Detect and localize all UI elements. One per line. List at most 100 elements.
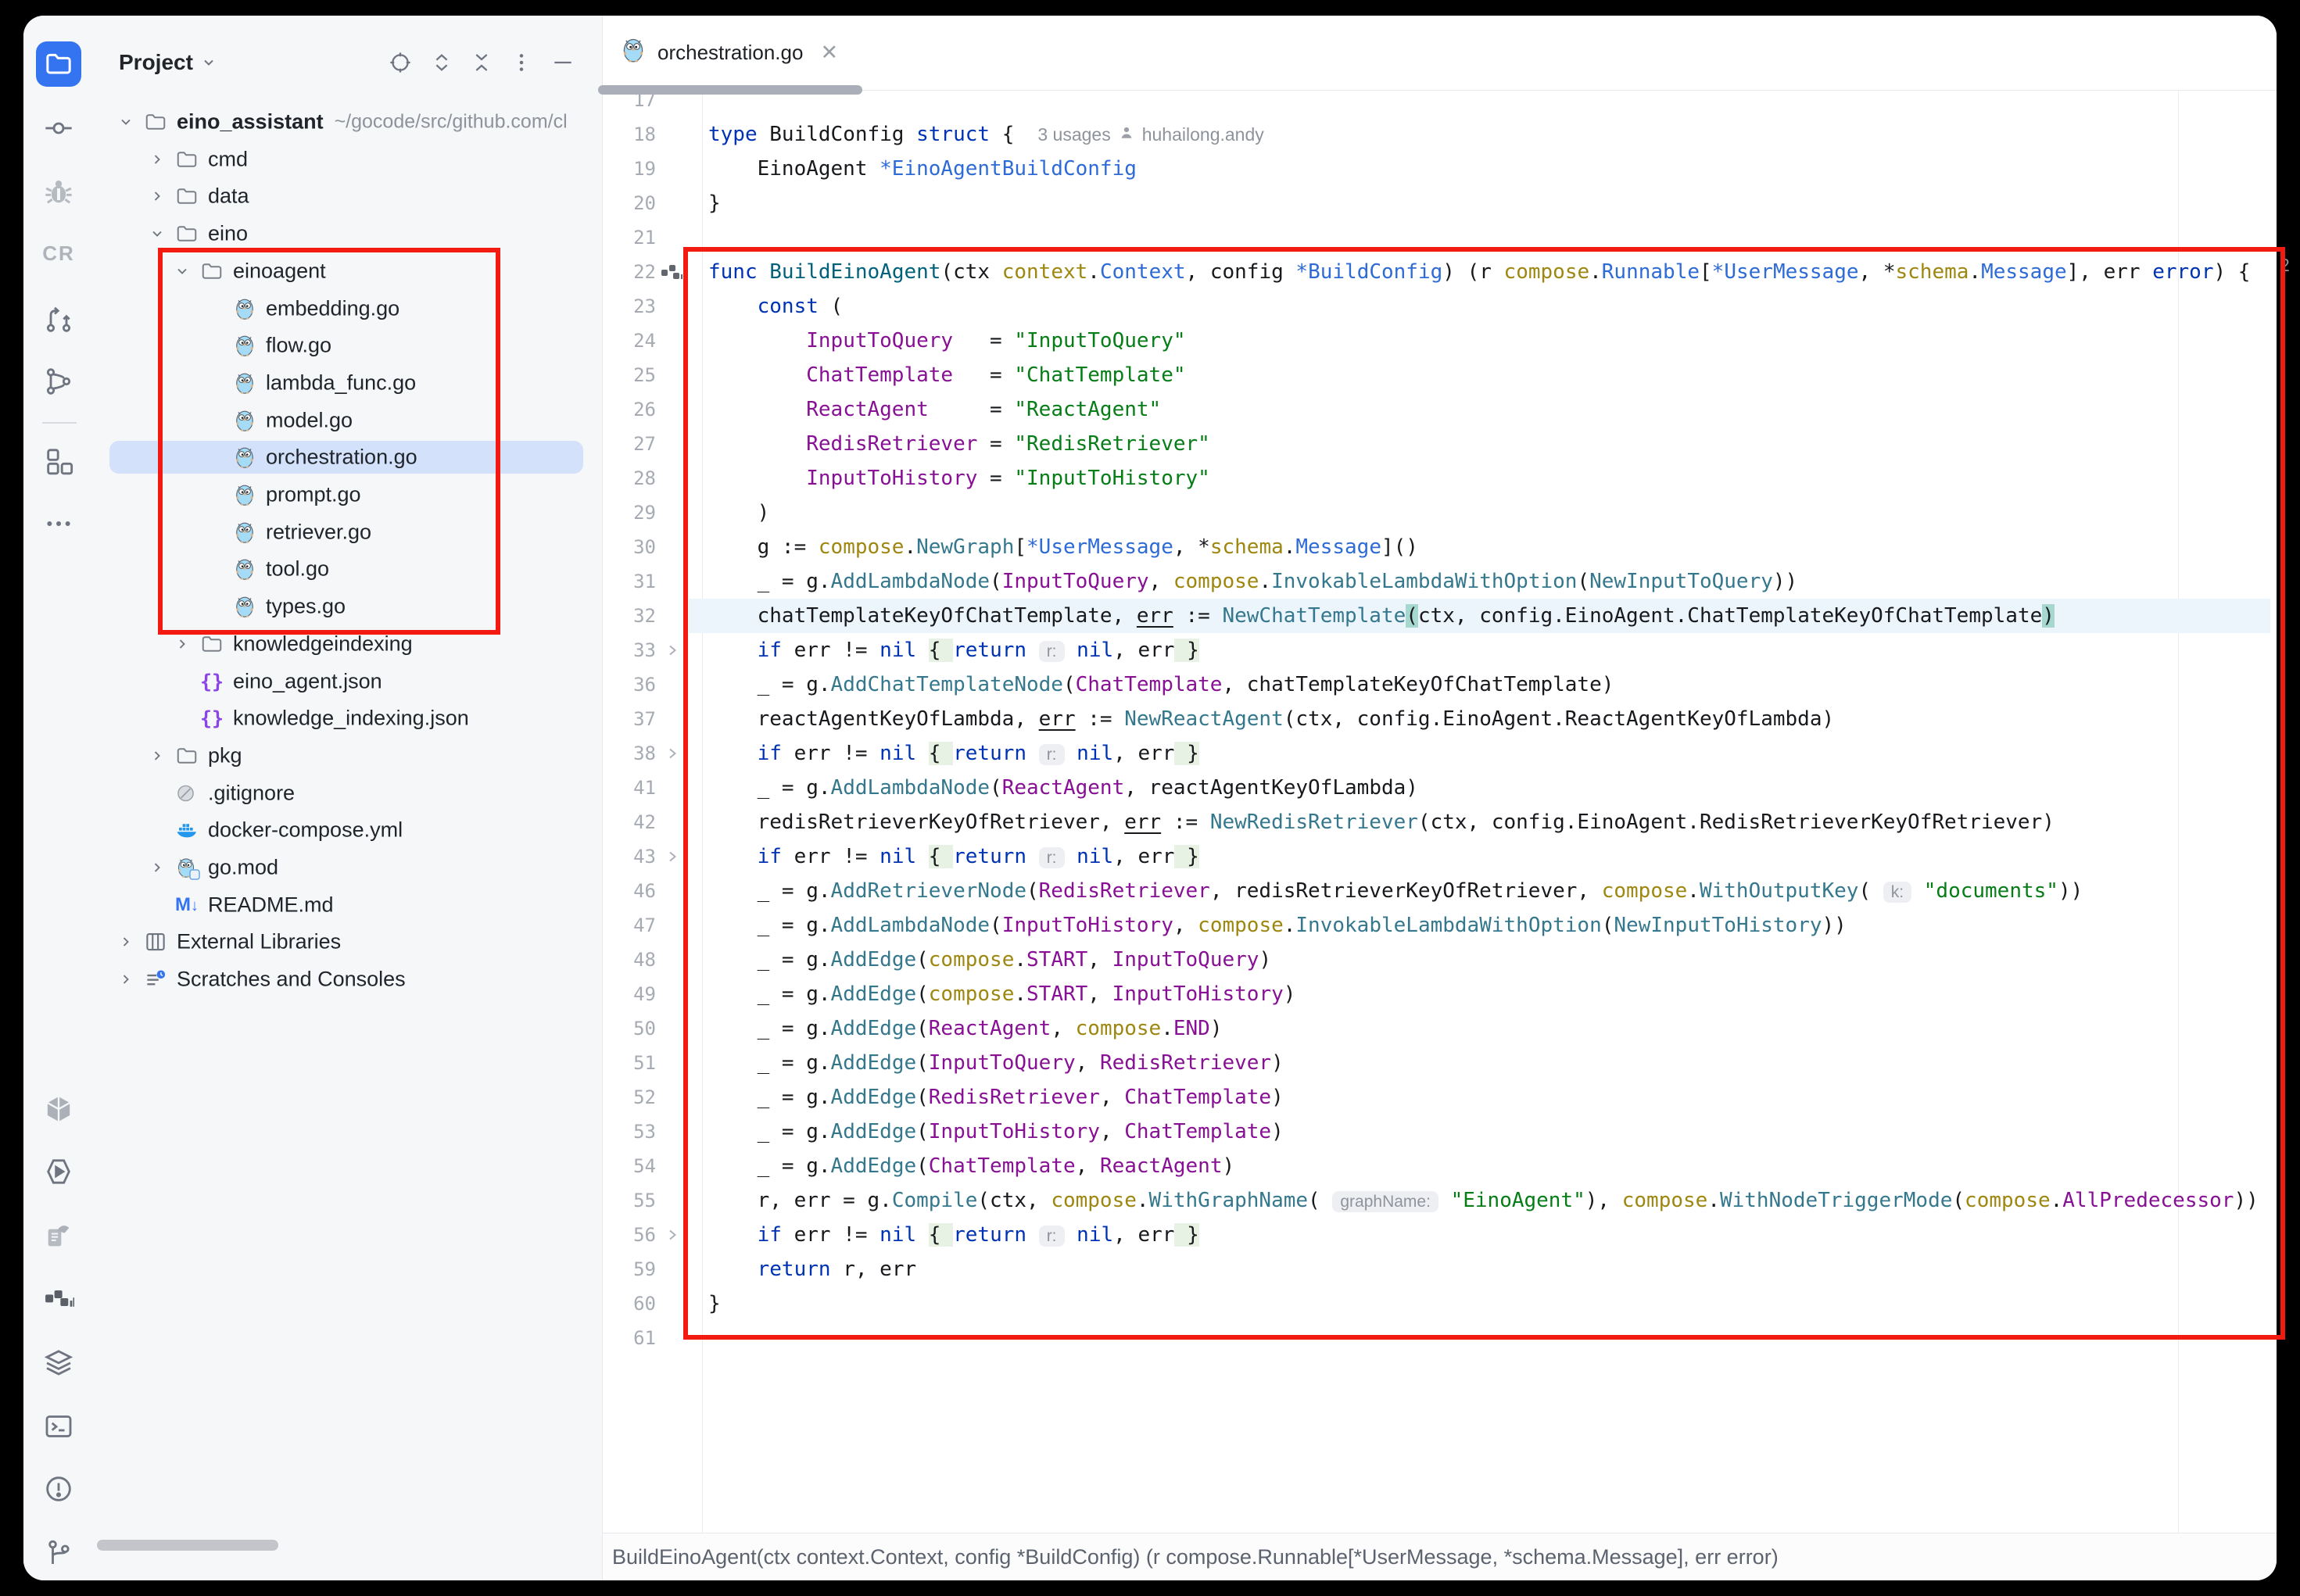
tree-item-prompt-go[interactable]: prompt.go bbox=[94, 476, 602, 514]
code-line-43[interactable]: 43 if err != nil { return r: nil, err } bbox=[603, 839, 2277, 874]
problems-icon[interactable] bbox=[36, 1466, 81, 1512]
profiler-icon[interactable] bbox=[36, 1276, 81, 1321]
structure-icon[interactable] bbox=[36, 438, 81, 484]
code-review-icon[interactable]: CR bbox=[36, 231, 81, 276]
chevron-down-icon[interactable] bbox=[174, 263, 191, 280]
tree-item--gitignore[interactable]: .gitignore bbox=[94, 775, 602, 812]
code-line-41[interactable]: 41 _ = g.AddLambdaNode(ReactAgent, react… bbox=[603, 771, 2277, 805]
code-line-33[interactable]: 33 if err != nil { return r: nil, err } bbox=[603, 633, 2277, 667]
code-line-19[interactable]: 19 EinoAgent *EinoAgentBuildConfig bbox=[603, 152, 2277, 186]
terminal-icon[interactable] bbox=[36, 1404, 81, 1449]
tree-item-docker-compose-yml[interactable]: docker-compose.yml bbox=[94, 811, 602, 849]
code-line-46[interactable]: 46 _ = g.AddRetrieverNode(RedisRetriever… bbox=[603, 874, 2277, 908]
code-line-24[interactable]: 24 InputToQuery = "InputToQuery" bbox=[603, 324, 2277, 358]
project-panel-horizontal-scrollbar[interactable] bbox=[97, 1540, 278, 1551]
tree-item-external-libraries[interactable]: External Libraries bbox=[94, 923, 602, 961]
code-line-23[interactable]: 23 const ( bbox=[603, 289, 2277, 324]
expand-all-icon[interactable] bbox=[425, 45, 459, 80]
tree-item-cmd[interactable]: cmd bbox=[94, 141, 602, 178]
hide-icon[interactable] bbox=[546, 45, 580, 80]
tree-item-orchestration-go[interactable]: orchestration.go bbox=[94, 438, 602, 476]
tree-item-pkg[interactable]: pkg bbox=[94, 737, 602, 775]
chevron-right-icon[interactable] bbox=[117, 971, 134, 988]
commit-icon[interactable] bbox=[36, 106, 81, 151]
pull-requests-icon[interactable] bbox=[36, 296, 81, 342]
code-line-21[interactable]: 21 bbox=[603, 220, 2277, 255]
tree-item-embedding-go[interactable]: embedding.go bbox=[94, 290, 602, 327]
tab-scroll-indicator[interactable] bbox=[598, 85, 862, 95]
code-line-50[interactable]: 50 _ = g.AddEdge(ReactAgent, compose.END… bbox=[603, 1011, 2277, 1046]
tree-item-retriever-go[interactable]: retriever.go bbox=[94, 514, 602, 551]
tree-item-tool-go[interactable]: tool.go bbox=[94, 550, 602, 588]
code-line-28[interactable]: 28 InputToHistory = "InputToHistory" bbox=[603, 461, 2277, 496]
fold-expand-icon[interactable] bbox=[664, 745, 681, 762]
code-line-37[interactable]: 37 reactAgentKeyOfLambda, err := NewReac… bbox=[603, 702, 2277, 736]
code-line-55[interactable]: 55 r, err = g.Compile(ctx, compose.WithG… bbox=[603, 1183, 2277, 1218]
code-line-26[interactable]: 26 ReactAgent = "ReactAgent" bbox=[603, 392, 2277, 427]
chevron-right-icon[interactable] bbox=[117, 933, 134, 950]
tree-item-scratches-and-consoles[interactable]: Scratches and Consoles bbox=[94, 961, 602, 998]
fold-expand-icon[interactable] bbox=[664, 642, 681, 659]
project-folder-icon[interactable] bbox=[36, 41, 81, 87]
code-line-20[interactable]: 20} bbox=[603, 186, 2277, 220]
graph-gutter-icon[interactable] bbox=[660, 263, 685, 281]
code-line-42[interactable]: 42 redisRetrieverKeyOfRetriever, err := … bbox=[603, 805, 2277, 839]
chevron-right-icon[interactable] bbox=[174, 635, 191, 653]
tree-item-einoagent[interactable]: einoagent bbox=[94, 252, 602, 290]
debug-icon[interactable] bbox=[36, 170, 81, 215]
code-line-48[interactable]: 48 _ = g.AddEdge(compose.START, InputToQ… bbox=[603, 943, 2277, 977]
code-line-32[interactable]: 32 chatTemplateKeyOfChatTemplate, err :=… bbox=[603, 599, 2277, 633]
git-icon[interactable] bbox=[36, 1530, 81, 1575]
code-line-61[interactable]: 61 bbox=[603, 1321, 2277, 1355]
services-icon[interactable] bbox=[36, 1340, 81, 1385]
code-line-53[interactable]: 53 _ = g.AddEdge(InputToHistory, ChatTem… bbox=[603, 1115, 2277, 1149]
code-line-60[interactable]: 60} bbox=[603, 1286, 2277, 1321]
tree-item-knowledge-indexing-json[interactable]: {}knowledge_indexing.json bbox=[94, 700, 602, 737]
code-line-49[interactable]: 49 _ = g.AddEdge(compose.START, InputToH… bbox=[603, 977, 2277, 1011]
close-icon[interactable]: ✕ bbox=[820, 41, 838, 65]
code-line-51[interactable]: 51 _ = g.AddEdge(InputToQuery, RedisRetr… bbox=[603, 1046, 2277, 1080]
usages-annotation[interactable]: 3 usageshuhailong.andy bbox=[1037, 117, 1263, 152]
tree-item-readme-md[interactable]: M↓README.md bbox=[94, 886, 602, 924]
code-line-31[interactable]: 31 _ = g.AddLambdaNode(InputToQuery, com… bbox=[603, 564, 2277, 599]
chevron-down-icon[interactable] bbox=[149, 225, 166, 242]
collapse-all-icon[interactable] bbox=[464, 45, 499, 80]
code-line-54[interactable]: 54 _ = g.AddEdge(ChatTemplate, ReactAgen… bbox=[603, 1149, 2277, 1183]
code-line-52[interactable]: 52 _ = g.AddEdge(RedisRetriever, ChatTem… bbox=[603, 1080, 2277, 1115]
vcs-graph-icon[interactable] bbox=[36, 359, 81, 404]
chevron-right-icon[interactable] bbox=[149, 859, 166, 876]
code-line-59[interactable]: 59 return r, err bbox=[603, 1252, 2277, 1286]
chevron-right-icon[interactable] bbox=[149, 188, 166, 205]
tree-item-types-go[interactable]: types.go bbox=[94, 588, 602, 625]
tree-item-flow-go[interactable]: flow.go bbox=[94, 327, 602, 364]
code-line-22[interactable]: 22func BuildEinoAgent(ctx context.Contex… bbox=[603, 255, 2277, 289]
code-line-29[interactable]: 29 ) bbox=[603, 496, 2277, 530]
locate-icon[interactable] bbox=[383, 45, 417, 80]
tree-item-knowledgeindexing[interactable]: knowledgeindexing bbox=[94, 625, 602, 663]
chevron-right-icon[interactable] bbox=[149, 747, 166, 764]
tab-orchestration-go[interactable]: orchestration.go ✕ bbox=[620, 25, 838, 80]
chevron-right-icon[interactable] bbox=[149, 151, 166, 168]
tree-item-data[interactable]: data bbox=[94, 177, 602, 215]
tree-item-go-mod[interactable]: go.mod bbox=[94, 849, 602, 886]
code-line-25[interactable]: 25 ChatTemplate = "ChatTemplate" bbox=[603, 358, 2277, 392]
code-line-36[interactable]: 36 _ = g.AddChatTemplateNode(ChatTemplat… bbox=[603, 667, 2277, 702]
tree-item-model-go[interactable]: model.go bbox=[94, 402, 602, 439]
tree-item-eino-agent-json[interactable]: {}eino_agent.json bbox=[94, 663, 602, 700]
code-line-30[interactable]: 30 g := compose.NewGraph[*UserMessage, *… bbox=[603, 530, 2277, 564]
fold-expand-icon[interactable] bbox=[664, 848, 681, 865]
run-anything-icon[interactable] bbox=[36, 1149, 81, 1194]
notifications-doc-icon[interactable] bbox=[36, 1213, 81, 1258]
build-cube-icon[interactable] bbox=[36, 1086, 81, 1132]
code-line-27[interactable]: 27 RedisRetriever = "RedisRetriever" bbox=[603, 427, 2277, 461]
tree-item-lambda-func-go[interactable]: lambda_func.go bbox=[94, 364, 602, 402]
code-editor[interactable]: 1718type BuildConfig struct {3 usageshuh… bbox=[603, 90, 2277, 1533]
fold-expand-icon[interactable] bbox=[664, 1226, 681, 1244]
more-kebab-icon[interactable] bbox=[504, 45, 539, 80]
code-line-18[interactable]: 18type BuildConfig struct {3 usageshuhai… bbox=[603, 117, 2277, 152]
code-line-56[interactable]: 56 if err != nil { return r: nil, err } bbox=[603, 1218, 2277, 1252]
tree-item-eino[interactable]: eino bbox=[94, 215, 602, 252]
chevron-down-icon[interactable] bbox=[117, 113, 134, 131]
more-icon[interactable] bbox=[36, 501, 81, 546]
code-line-38[interactable]: 38 if err != nil { return r: nil, err } bbox=[603, 736, 2277, 771]
